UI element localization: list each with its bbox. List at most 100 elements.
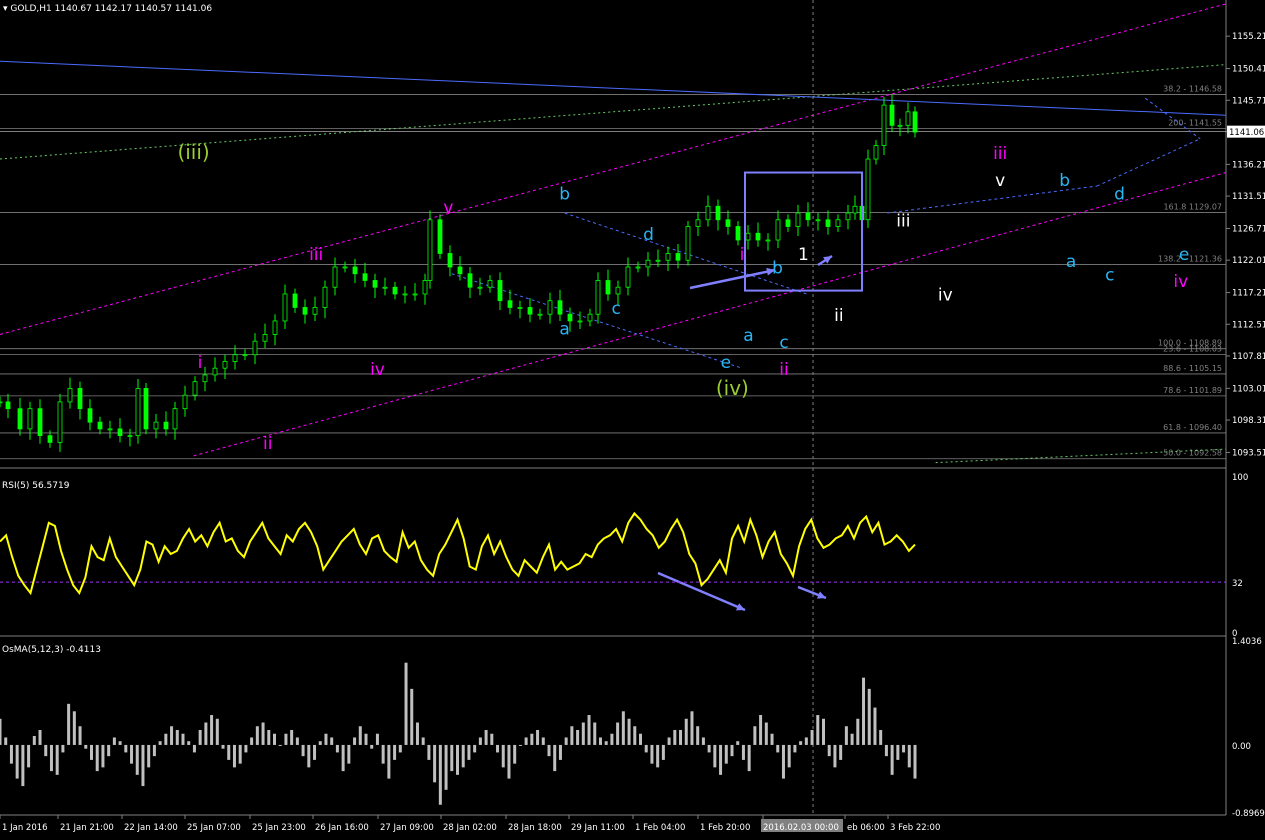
candle-body bbox=[332, 266, 338, 288]
osma-bar bbox=[15, 744, 19, 779]
osma-bar bbox=[644, 744, 648, 753]
osma-bar bbox=[227, 744, 231, 760]
candle-body bbox=[735, 226, 741, 241]
osma-bar bbox=[627, 718, 631, 745]
candle-body bbox=[202, 374, 208, 383]
candle-body bbox=[427, 219, 433, 281]
osma-bar bbox=[410, 688, 414, 745]
candle-body bbox=[447, 253, 453, 268]
time-tick-label: 25 Jan 23:00 bbox=[252, 823, 306, 833]
candle-body bbox=[497, 280, 503, 302]
fib-level-label: 78.6 - 1101.89 bbox=[1163, 386, 1222, 395]
candle-body bbox=[557, 300, 563, 315]
osma-bar bbox=[124, 744, 128, 753]
osma-bar bbox=[398, 744, 402, 753]
candle-body bbox=[342, 266, 348, 269]
osma-bar bbox=[198, 729, 202, 745]
osma-bar bbox=[747, 744, 751, 772]
price-tick-label: 1136.21 bbox=[1232, 160, 1265, 170]
price-tick-label: 1155.21 bbox=[1232, 32, 1265, 42]
osma-bar bbox=[347, 744, 351, 764]
candle-body bbox=[153, 421, 159, 430]
osma-bar bbox=[404, 662, 408, 745]
osma-bar bbox=[850, 733, 854, 745]
candle-body bbox=[527, 307, 533, 315]
osma-bar bbox=[764, 722, 768, 745]
wave-label: c bbox=[612, 299, 621, 319]
candle-body bbox=[897, 124, 903, 127]
candle-body bbox=[595, 280, 601, 315]
candle-body bbox=[865, 158, 871, 221]
osma-bar bbox=[341, 744, 345, 772]
candle-body bbox=[163, 421, 169, 430]
candle-body bbox=[605, 280, 611, 295]
candle-body bbox=[17, 408, 23, 430]
wave-label: d bbox=[643, 225, 654, 245]
candle-body bbox=[477, 286, 483, 289]
osma-bar bbox=[433, 744, 437, 783]
osma-bar bbox=[107, 744, 111, 757]
osma-bar bbox=[781, 744, 785, 779]
osma-bar bbox=[192, 744, 196, 753]
osma-tick-label: 0.00 bbox=[1232, 742, 1251, 752]
osma-bar bbox=[130, 744, 134, 764]
candle-body bbox=[785, 219, 791, 227]
candle-body bbox=[755, 232, 761, 241]
osma-tick-label: -0.8969 bbox=[1232, 809, 1265, 819]
symbol-header: ▾ GOLD,H1 1140.67 1142.17 1140.57 1141.0… bbox=[3, 4, 213, 14]
candle-body bbox=[222, 361, 228, 369]
osma-bar bbox=[684, 718, 688, 745]
wave-label: v bbox=[995, 171, 1005, 191]
osma-bar bbox=[690, 711, 694, 745]
wave-label: 1 bbox=[798, 245, 809, 265]
wave-label: (iii) bbox=[177, 140, 209, 164]
osma-bar bbox=[301, 744, 305, 757]
osma-bar bbox=[513, 744, 517, 764]
osma-bar bbox=[450, 744, 454, 772]
wave-label: iv bbox=[1173, 272, 1188, 292]
candle-body bbox=[232, 354, 238, 362]
osma-bar bbox=[707, 744, 711, 753]
osma-bar bbox=[187, 741, 191, 745]
candle-body bbox=[635, 266, 641, 269]
osma-bar bbox=[902, 744, 906, 753]
osma-bar bbox=[913, 744, 917, 779]
osma-bar bbox=[564, 737, 568, 745]
candle-body bbox=[212, 367, 218, 376]
osma-bar bbox=[741, 744, 745, 760]
wave-label: ii bbox=[779, 360, 788, 380]
osma-bar bbox=[770, 733, 774, 745]
current-price-tag-label: 1141.06 bbox=[1229, 128, 1264, 138]
osma-bar bbox=[776, 744, 780, 753]
ohlc-text: 1140.67 1142.17 1140.57 1141.06 bbox=[54, 4, 213, 14]
osma-bar bbox=[536, 729, 540, 745]
osma-bar bbox=[147, 744, 151, 768]
osma-bar bbox=[576, 729, 580, 745]
osma-bar bbox=[387, 744, 391, 779]
osma-bar bbox=[810, 729, 814, 745]
osma-bar bbox=[547, 744, 551, 757]
osma-bar bbox=[524, 737, 528, 745]
osma-bar bbox=[621, 711, 625, 745]
osma-bar bbox=[558, 744, 562, 760]
candle-body bbox=[362, 273, 368, 281]
fib-level-label: 61.8 - 1096.40 bbox=[1163, 423, 1222, 432]
candle-body bbox=[0, 401, 3, 404]
wave-label: d bbox=[1114, 185, 1125, 205]
candle-body bbox=[765, 239, 771, 242]
candle-body bbox=[457, 266, 463, 275]
osma-bar bbox=[581, 722, 585, 745]
candle-body bbox=[517, 307, 523, 309]
osma-bar bbox=[518, 744, 522, 746]
osma-bar bbox=[661, 744, 665, 760]
osma-bar bbox=[204, 722, 208, 745]
osma-bar bbox=[415, 722, 419, 745]
fib-level-label: 23.6 - 1108.03 bbox=[1163, 344, 1222, 353]
osma-bar bbox=[833, 744, 837, 768]
chart-canvas[interactable]: 38.2 - 1146.58 200- 1141.55 161.8 1129.07 1… bbox=[0, 0, 1265, 840]
candle-body bbox=[107, 428, 113, 431]
osma-bar bbox=[255, 726, 259, 745]
osma-bar bbox=[793, 744, 797, 753]
candle-body bbox=[845, 212, 851, 221]
osma-bar bbox=[175, 729, 179, 745]
